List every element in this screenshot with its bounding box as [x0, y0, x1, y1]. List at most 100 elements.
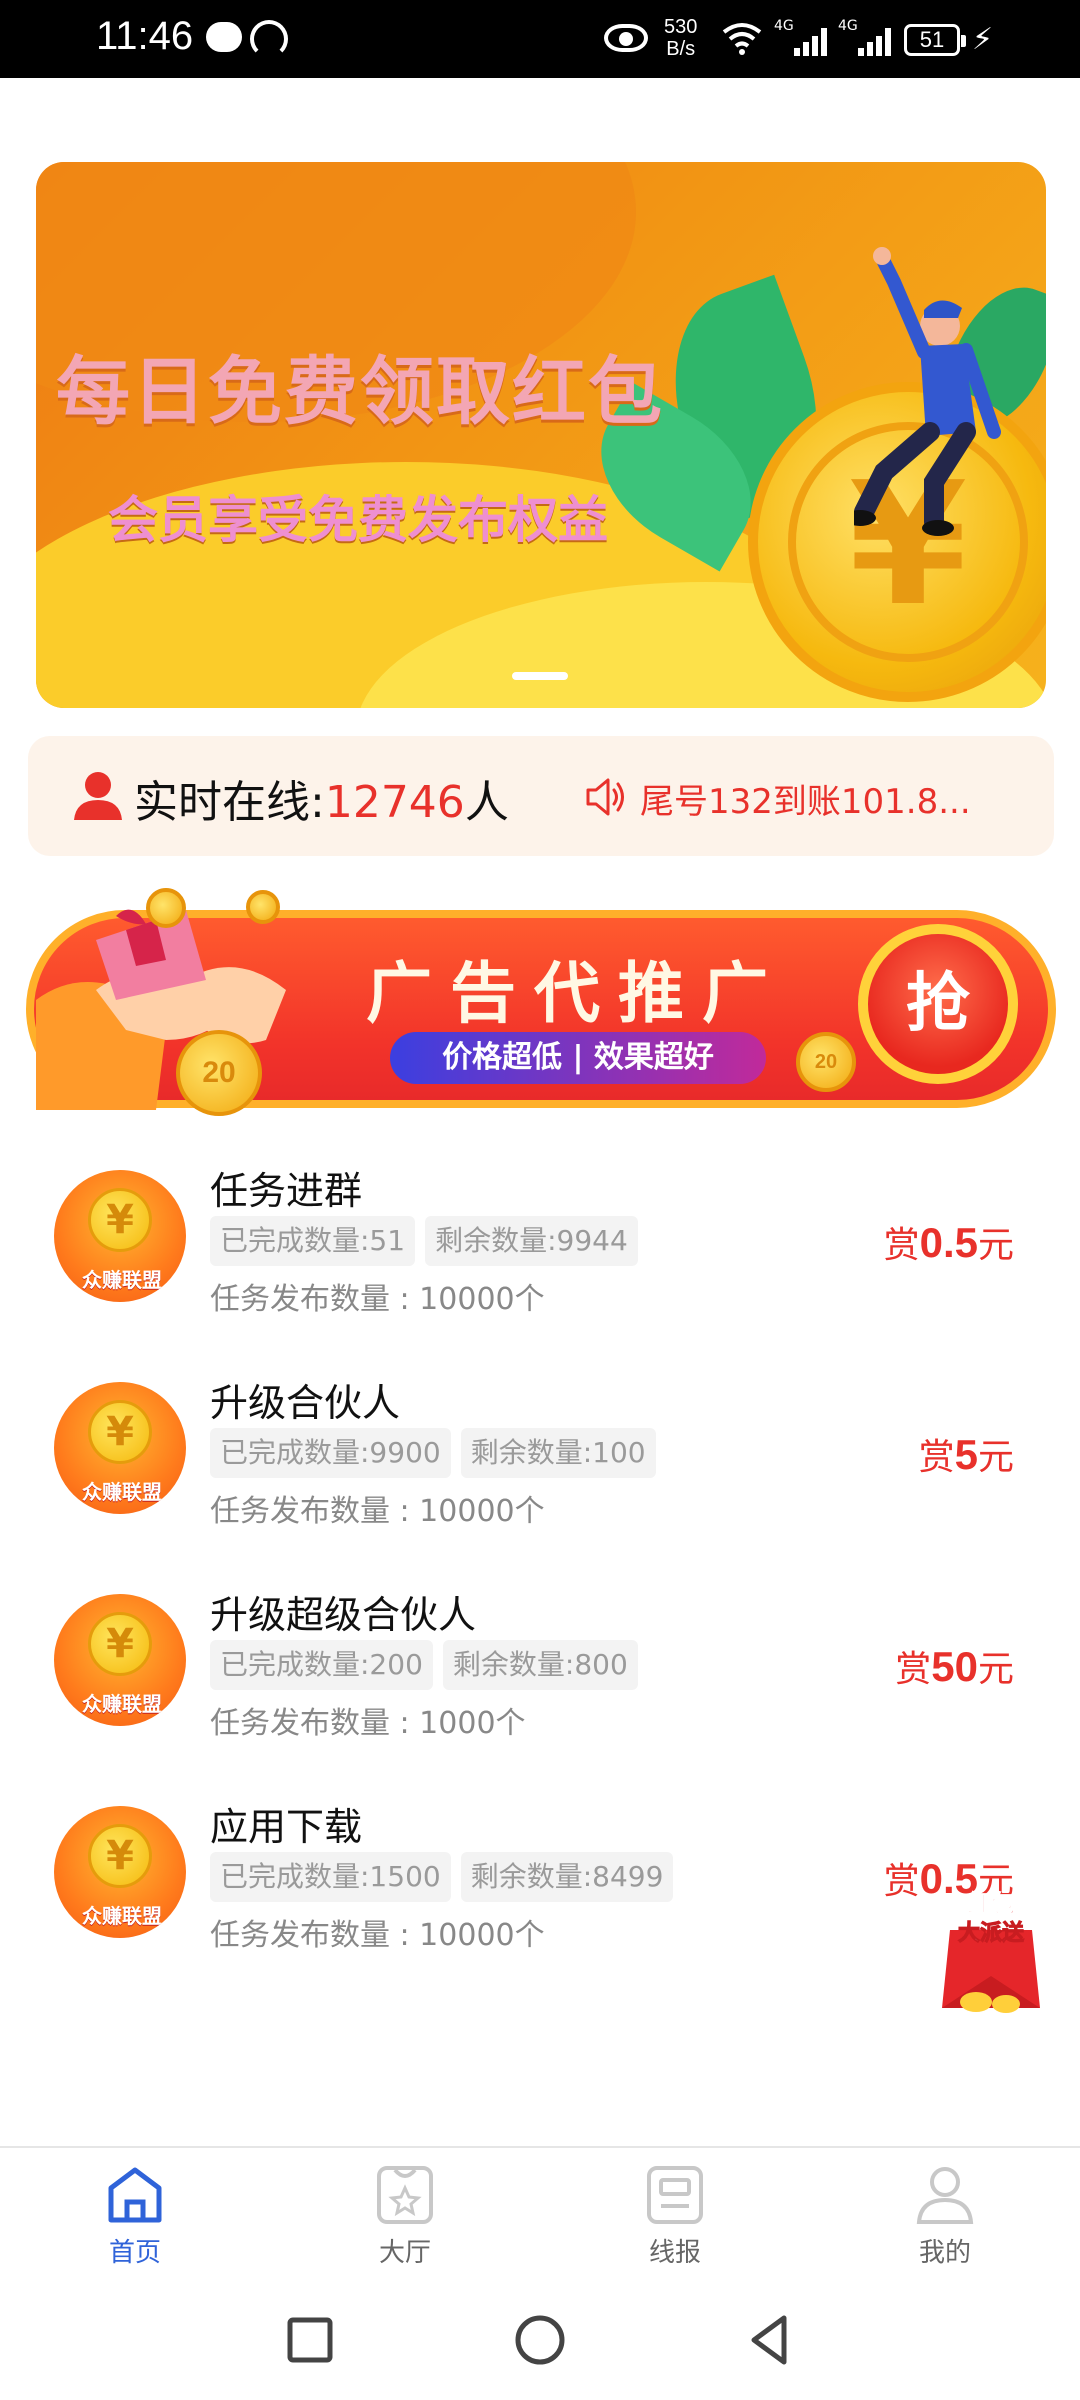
packet-line-2: 大派送	[958, 1920, 1024, 1946]
promo-carousel[interactable]: ¥ 每日免费领取红包 会员享受免费发布权益	[36, 162, 1046, 708]
reward-unit: 元	[977, 1225, 1014, 1266]
task-total: 任务发布数量 : 10000个	[210, 1494, 545, 1529]
yuan-coin-icon: ¥	[88, 1400, 152, 1464]
tab-hall[interactable]: 大厅	[270, 2148, 540, 2286]
task-item[interactable]: ¥ 众赚联盟 升级合伙人 已完成数量:9900 剩余数量:100 任务发布数量 …	[0, 1362, 1080, 1574]
task-logo-text: 众赚联盟	[82, 1480, 162, 1504]
task-item[interactable]: ¥ 众赚联盟 应用下载 已完成数量:1500 剩余数量:8499 任务发布数量 …	[0, 1786, 1080, 1998]
reward-prefix: 赏	[883, 1225, 920, 1266]
net-speed-unit: B/s	[666, 38, 696, 60]
completed-count: 已完成数量:200	[210, 1640, 433, 1690]
task-item[interactable]: ¥ 众赚联盟 任务进群 已完成数量:51 剩余数量:9944 任务发布数量 : …	[0, 1150, 1080, 1362]
payout-marquee: 尾号132到账101.8...	[640, 782, 971, 822]
wifi-icon	[722, 23, 762, 55]
task-tags: 已完成数量:9900 剩余数量:100	[210, 1428, 656, 1478]
battery-icon: 51	[904, 24, 966, 56]
signal-icon-2: 4G	[838, 18, 891, 56]
tab-profile[interactable]: 我的	[810, 2148, 1080, 2286]
news-icon	[647, 2166, 703, 2224]
carousel-indicator	[512, 672, 568, 680]
hall-icon	[377, 2166, 433, 2224]
reward-value: 50	[931, 1643, 978, 1690]
task-list: ¥ 众赚联盟 任务进群 已完成数量:51 剩余数量:9944 任务发布数量 : …	[0, 1150, 1080, 1998]
task-logo: ¥ 众赚联盟	[54, 1170, 186, 1302]
coin-decoration	[146, 888, 186, 928]
task-reward: 赏50元	[895, 1640, 1014, 1692]
remaining-count: 剩余数量:8499	[460, 1852, 674, 1902]
task-logo-text: 众赚联盟	[82, 1904, 162, 1928]
online-label: 实时在线:	[134, 777, 325, 828]
ad-title: 广告代推广	[366, 955, 786, 1032]
net-speed: 530 B/s	[664, 16, 697, 60]
completed-count: 已完成数量:1500	[210, 1852, 451, 1902]
reward-unit: 元	[977, 1437, 1014, 1478]
reward-value: 0.5	[919, 1219, 978, 1266]
task-item[interactable]: ¥ 众赚联盟 升级超级合伙人 已完成数量:200 剩余数量:800 任务发布数量…	[0, 1574, 1080, 1786]
coin-decoration	[246, 890, 280, 924]
task-total: 任务发布数量 : 10000个	[210, 1282, 545, 1317]
net-speed-value: 530	[664, 16, 698, 38]
task-reward: 赏0.5元	[884, 1216, 1014, 1268]
packet-line-1: 红包	[967, 1890, 1015, 1918]
yuan-coin-icon: ¥	[88, 1824, 152, 1888]
coin-decoration: 20	[176, 1030, 262, 1116]
remaining-count: 剩余数量:100	[460, 1428, 656, 1478]
network-type-1: 4G	[774, 18, 794, 34]
tab-label: 大厅	[378, 2238, 431, 2268]
app-screen: 11:46 530 B/s 4G 4G 51 ⚡ ¥ 每日免费领取红包 会员享受…	[0, 0, 1080, 2400]
person-illustration	[854, 247, 1001, 536]
task-title: 任务进群	[210, 1169, 363, 1213]
task-logo: ¥ 众赚联盟	[54, 1594, 186, 1726]
signal-icon-1: 4G	[774, 18, 827, 56]
message-icon	[206, 22, 242, 52]
yuan-coin-icon: ¥	[88, 1612, 152, 1676]
reward-value: 5	[954, 1431, 978, 1478]
user-icon	[74, 772, 122, 820]
status-time: 11:46	[96, 14, 194, 58]
eye-icon	[604, 24, 648, 52]
online-unit: 人	[464, 777, 509, 828]
red-packet-float-button[interactable]: 红包 大派送	[936, 1890, 1046, 2020]
task-reward: 赏5元	[919, 1428, 1014, 1480]
bottom-tab-bar: 首页 大厅 线报 我的	[0, 2146, 1080, 2286]
profile-icon	[916, 2167, 974, 2224]
tab-label: 首页	[108, 2238, 161, 2268]
ad-promotion-banner[interactable]: 20 20 广告代推广 价格超低 | 效果超好 抢	[26, 880, 1056, 1120]
home-icon	[108, 2167, 162, 2223]
task-logo: ¥ 众赚联盟	[54, 1382, 186, 1514]
completed-count: 已完成数量:51	[210, 1216, 416, 1266]
reward-prefix: 赏	[883, 1861, 920, 1902]
recent-apps-icon[interactable]	[280, 2310, 340, 2370]
system-nav-bar	[0, 2286, 1080, 2400]
remaining-count: 剩余数量:800	[442, 1640, 638, 1690]
coin-decoration: 20	[796, 1032, 856, 1092]
task-tags: 已完成数量:1500 剩余数量:8499	[210, 1852, 674, 1902]
tab-label: 线报	[648, 2238, 701, 2268]
reward-prefix: 赏	[895, 1649, 932, 1690]
banner-title: 每日免费领取红包	[56, 349, 664, 435]
back-icon[interactable]	[740, 2310, 800, 2370]
grab-button[interactable]: 抢	[858, 924, 1018, 1084]
tab-home[interactable]: 首页	[0, 2148, 270, 2286]
task-title: 升级合伙人	[210, 1381, 401, 1425]
task-title: 升级超级合伙人	[210, 1593, 477, 1637]
network-type-2: 4G	[838, 18, 858, 34]
task-logo: ¥ 众赚联盟	[54, 1806, 186, 1938]
online-users: 实时在线:12746人	[134, 766, 509, 830]
reward-prefix: 赏	[918, 1437, 955, 1478]
task-total: 任务发布数量 : 10000个	[210, 1918, 545, 1953]
task-logo-text: 众赚联盟	[82, 1268, 162, 1292]
task-logo-text: 众赚联盟	[82, 1692, 162, 1716]
ad-subtitle: 价格超低 | 效果超好	[390, 1032, 766, 1084]
tab-news[interactable]: 线报	[540, 2148, 810, 2286]
completed-count: 已完成数量:9900	[210, 1428, 451, 1478]
banner-subtitle: 会员享受免费发布权益	[108, 491, 608, 549]
charging-icon: ⚡	[972, 22, 994, 57]
speaker-icon	[586, 778, 624, 816]
task-total: 任务发布数量 : 1000个	[210, 1706, 526, 1741]
home-nav-icon[interactable]	[510, 2310, 570, 2370]
online-strip: 实时在线:12746人 尾号132到账101.8...	[28, 736, 1054, 856]
reward-unit: 元	[977, 1649, 1014, 1690]
yuan-coin-icon: ¥	[88, 1188, 152, 1252]
tab-label: 我的	[918, 2238, 971, 2268]
